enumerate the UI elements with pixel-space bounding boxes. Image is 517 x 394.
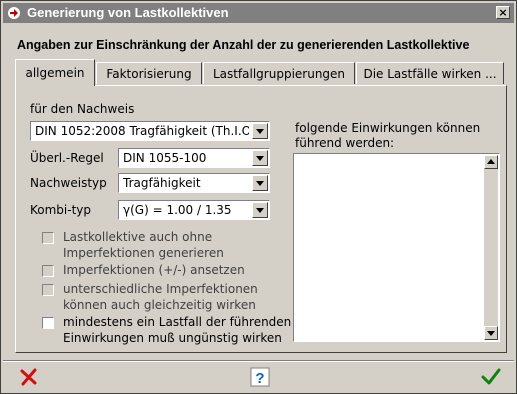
tab-lastfallgruppierungen[interactable]: Lastfallgruppierungen: [203, 62, 355, 84]
checkbox-label-line: Imperfektionen generieren: [63, 246, 224, 260]
nachweis-select[interactable]: DIN 1052:2008 Tragfähigkeit (Th.I.O: [30, 121, 270, 141]
help-button[interactable]: ?: [247, 365, 273, 389]
dialog-heading: Angaben zur Einschränkung der Anzahl der…: [17, 38, 470, 52]
window-title: Generierung von Lastkollektiven: [27, 5, 229, 20]
checkbox-label-line: Einwirkungen muß ungünstig wirken: [63, 331, 282, 345]
tab-faktorisierung[interactable]: Faktorisierung: [96, 62, 202, 84]
nachweis-value: DIN 1052:2008 Tragfähigkeit (Th.I.O: [35, 124, 249, 138]
typ-label: Nachweistyp: [30, 176, 107, 190]
chevron-down-icon[interactable]: [252, 150, 268, 166]
einwirkungen-label: folgende Einwirkungen können führend wer…: [295, 121, 480, 151]
checkbox-label-line: mindestens ein Lastfall der führenden: [63, 315, 292, 329]
scroll-up-icon[interactable]: [484, 155, 498, 169]
title-bar: Generierung von Lastkollektiven ×: [3, 3, 514, 23]
einwirkungen-label-line: folgende Einwirkungen können: [295, 121, 481, 135]
checkbox-imperfektionen-ansetzen[interactable]: [42, 265, 54, 277]
checkbox-label-imperfektionen-ansetzen: Imperfektionen (+/-) ansetzen: [63, 262, 245, 278]
kombi-select[interactable]: γ(G) = 1.00 / 1.35: [118, 200, 270, 220]
regel-label: Überl.-Regel: [30, 151, 104, 165]
checkbox-label-line: Imperfektionen (+/-) ansetzen: [63, 263, 245, 277]
tab-lastfaelle-wirken[interactable]: Die Lastfälle wirken ...: [356, 62, 504, 84]
chevron-down-icon[interactable]: [252, 202, 268, 218]
close-button[interactable]: ×: [496, 6, 510, 19]
kombi-value: γ(G) = 1.00 / 1.35: [123, 203, 232, 217]
checkbox-gleichzeitig[interactable]: [42, 284, 54, 296]
checkbox-ohne-imperfektionen[interactable]: [42, 232, 54, 244]
chevron-down-icon[interactable]: [252, 175, 268, 191]
checkbox-label-line: unterschiedliche Imperfektionen: [63, 282, 258, 296]
checkmark-icon: [481, 368, 501, 385]
arrow-right-icon: [8, 7, 20, 19]
checkbox-label-unguenstig: mindestens ein Lastfall der führenden Ei…: [63, 314, 291, 346]
einwirkungen-label-line: führend werden:: [295, 136, 395, 150]
cancel-button[interactable]: [16, 365, 42, 389]
help-icon: ?: [250, 367, 270, 387]
nachweis-label: für den Nachweis: [30, 102, 135, 116]
cancel-x-icon: [20, 368, 37, 386]
footer-separator: [3, 360, 514, 362]
list-scrollbar[interactable]: [484, 155, 498, 340]
checkbox-unguenstig[interactable]: [42, 317, 54, 329]
kombi-label: Kombi-typ: [30, 203, 92, 217]
typ-select[interactable]: Tragfähigkeit: [118, 173, 270, 193]
typ-value: Tragfähigkeit: [123, 176, 201, 190]
tab-allgemein[interactable]: allgemein: [15, 59, 95, 86]
regel-value: DIN 1055-100: [123, 151, 207, 165]
svg-text:?: ?: [255, 370, 264, 387]
checkbox-label-gleichzeitig: unterschiedliche Imperfektionen können a…: [63, 281, 258, 313]
einwirkungen-list[interactable]: [293, 153, 500, 342]
checkbox-label-ohne-imperfektionen: Lastkollektive auch ohne Imperfektionen …: [63, 229, 224, 261]
scroll-down-icon[interactable]: [484, 326, 498, 340]
checkbox-label-line: Lastkollektive auch ohne: [63, 230, 213, 244]
chevron-down-icon[interactable]: [252, 123, 268, 139]
checkbox-label-line: können auch gleichzeitig wirken: [63, 298, 256, 312]
ok-button[interactable]: [478, 365, 504, 389]
regel-select[interactable]: DIN 1055-100: [118, 148, 270, 168]
dialog-window: Generierung von Lastkollektiven × Angabe…: [0, 0, 517, 394]
